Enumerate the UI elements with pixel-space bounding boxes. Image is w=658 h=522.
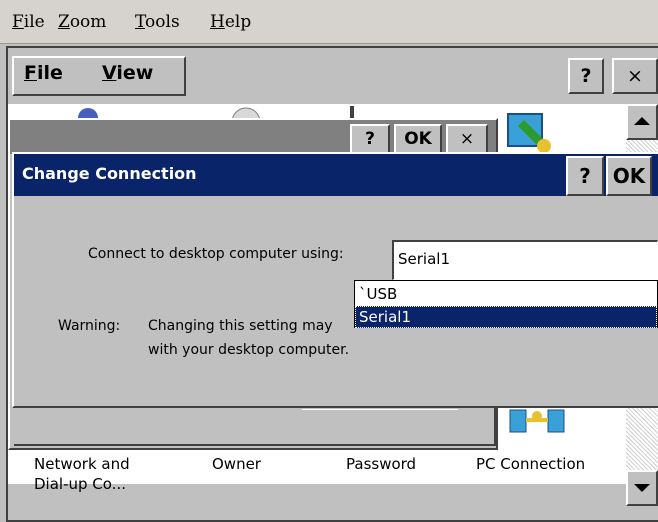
bg-help-button[interactable]: ? <box>350 124 390 154</box>
dialog-help-button[interactable]: ? <box>566 156 604 196</box>
icon-label-owner[interactable]: Owner <box>212 454 261 474</box>
emu-menu-help-rest: elp <box>224 12 252 32</box>
emu-menu-zoom[interactable]: Zoom <box>58 12 106 32</box>
warning-text-line2: with your desktop computer. <box>148 342 350 358</box>
pc-connection-icon[interactable] <box>504 404 574 440</box>
dropdown-option-usb[interactable]: `USB <box>355 283 657 305</box>
dropdown-option-serial1[interactable]: Serial1 <box>355 306 657 328</box>
scroll-down-button[interactable] <box>626 470 658 506</box>
cp-menu-file[interactable]: File <box>24 62 63 84</box>
emu-menu-zoom-rest: oom <box>69 12 107 32</box>
bg-close-button[interactable]: × <box>446 124 488 154</box>
warning-label: Warning: <box>58 318 121 334</box>
icon-label-network-line2[interactable]: Dial-up Co... <box>34 474 126 494</box>
arrow-down-icon <box>634 484 650 492</box>
connection-combo-value: Serial1 <box>398 250 450 268</box>
icon-label-network-line1[interactable]: Network and <box>34 454 130 474</box>
cp-help-button[interactable]: ? <box>568 58 604 94</box>
emu-menu-file[interactable]: File <box>12 12 45 32</box>
emu-menu-tools-rest: ools <box>145 12 180 32</box>
connect-label: Connect to desktop computer using: <box>88 246 344 262</box>
warning-text-line1: Changing this setting may <box>148 318 333 334</box>
dialog-title: Change Connection <box>22 164 197 183</box>
emu-menu-file-rest: ile <box>23 12 45 32</box>
dialog-ok-button[interactable]: OK <box>606 156 652 196</box>
pc-connection-icon-top <box>507 113 551 153</box>
bg-ok-button[interactable]: OK <box>394 124 442 154</box>
arrow-up-icon <box>634 117 650 125</box>
icon-label-pc-connection[interactable]: PC Connection <box>476 454 585 474</box>
emu-menu-help[interactable]: Help <box>210 12 251 32</box>
cp-close-button[interactable]: × <box>612 58 658 94</box>
icon-label-password[interactable]: Password <box>346 454 416 474</box>
cp-menu-view[interactable]: View <box>102 62 153 84</box>
scroll-up-button[interactable] <box>626 104 658 140</box>
emu-menu-tools[interactable]: Tools <box>135 12 180 32</box>
background-dialog-body <box>14 408 496 446</box>
